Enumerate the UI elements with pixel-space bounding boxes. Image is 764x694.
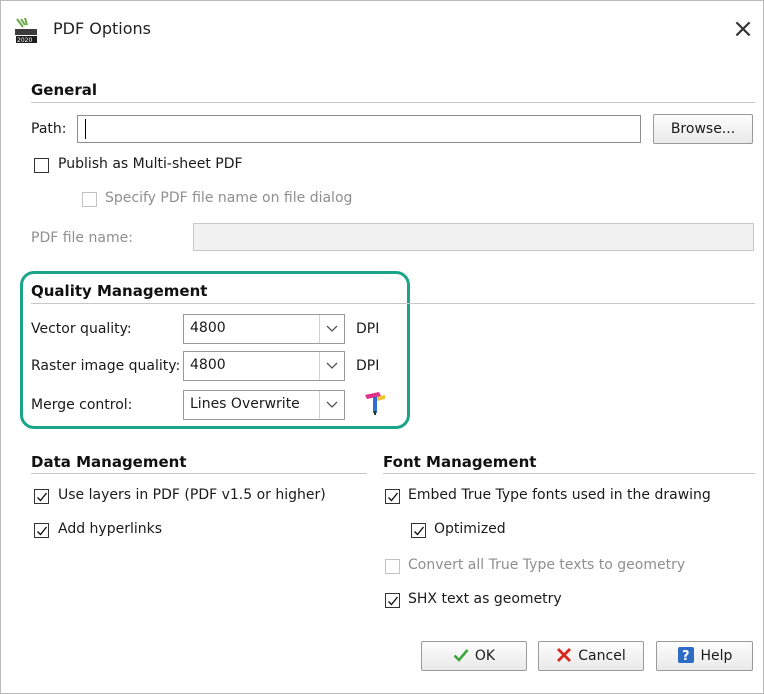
specify-name-checkbox[interactable]	[82, 192, 97, 207]
shx-geometry-checkbox[interactable]	[385, 593, 400, 608]
browse-button[interactable]: Browse...	[653, 114, 753, 144]
general-divider	[31, 102, 755, 103]
data-mgmt-divider	[31, 473, 367, 474]
vector-quality-select[interactable]: 4800	[183, 314, 345, 344]
font-mgmt-heading: Font Management	[383, 453, 537, 471]
specify-name-label: Specify PDF file name on file dialog	[105, 190, 353, 206]
convert-geometry-checkbox[interactable]	[385, 559, 400, 574]
vector-quality-label: Vector quality:	[31, 321, 132, 337]
svg-text:2020: 2020	[17, 37, 32, 44]
use-layers-label: Use layers in PDF (PDF v1.5 or higher)	[58, 487, 326, 503]
embed-fonts-checkbox[interactable]	[385, 489, 400, 504]
raster-quality-label: Raster image quality:	[31, 358, 181, 374]
shx-geometry-label: SHX text as geometry	[408, 591, 562, 607]
optimized-checkbox[interactable]	[411, 523, 426, 538]
chevron-down-icon[interactable]	[319, 352, 344, 380]
help-button[interactable]: ? Help	[656, 641, 753, 671]
checkmark-icon	[453, 648, 469, 665]
ok-label: OK	[474, 648, 496, 664]
cancel-button[interactable]: Cancel	[538, 641, 644, 671]
quality-heading: Quality Management	[31, 282, 208, 300]
text-caret	[85, 119, 86, 139]
font-mgmt-divider	[383, 473, 755, 474]
x-mark-icon	[556, 647, 572, 666]
hyperlinks-label: Add hyperlinks	[58, 521, 163, 537]
chevron-down-icon[interactable]	[319, 391, 344, 419]
raster-quality-select[interactable]: 4800	[183, 351, 345, 381]
ok-button[interactable]: OK	[421, 641, 527, 671]
optimized-label: Optimized	[434, 521, 506, 537]
title-bar[interactable]: 2020 PDF Options ×	[1, 1, 763, 63]
help-icon: ?	[677, 646, 695, 667]
embed-fonts-label: Embed True Type fonts used in the drawin…	[408, 487, 711, 503]
vector-quality-value: 4800	[190, 320, 226, 336]
multi-sheet-checkbox[interactable]	[34, 158, 49, 173]
raster-dpi-unit: DPI	[356, 358, 380, 374]
path-input[interactable]	[77, 115, 641, 143]
merge-control-value: Lines Overwrite	[190, 396, 300, 412]
vector-dpi-unit: DPI	[356, 321, 380, 337]
data-mgmt-heading: Data Management	[31, 453, 187, 471]
multi-sheet-label: Publish as Multi-sheet PDF	[58, 156, 243, 172]
file-name-input[interactable]	[193, 223, 754, 251]
cancel-label: Cancel	[578, 648, 626, 664]
convert-geometry-label: Convert all True Type texts to geometry	[408, 557, 686, 573]
merge-control-label: Merge control:	[31, 397, 133, 413]
general-heading: General	[31, 81, 97, 99]
help-label: Help	[700, 648, 733, 664]
pdf-options-dialog: 2020 PDF Options × General Path: Browse.…	[0, 0, 764, 694]
pen-settings-icon[interactable]	[361, 389, 389, 417]
close-button[interactable]: ×	[723, 9, 763, 49]
raster-quality-value: 4800	[190, 357, 226, 373]
merge-control-select[interactable]: Lines Overwrite	[183, 390, 345, 420]
chevron-down-icon[interactable]	[319, 315, 344, 343]
hyperlinks-checkbox[interactable]	[34, 523, 49, 538]
window-title: PDF Options	[53, 19, 151, 38]
use-layers-checkbox[interactable]	[34, 489, 49, 504]
file-name-label: PDF file name:	[31, 230, 133, 246]
quality-divider	[31, 303, 755, 304]
svg-text:?: ?	[682, 649, 690, 664]
app-icon: 2020	[15, 17, 37, 44]
path-label: Path:	[31, 121, 67, 137]
